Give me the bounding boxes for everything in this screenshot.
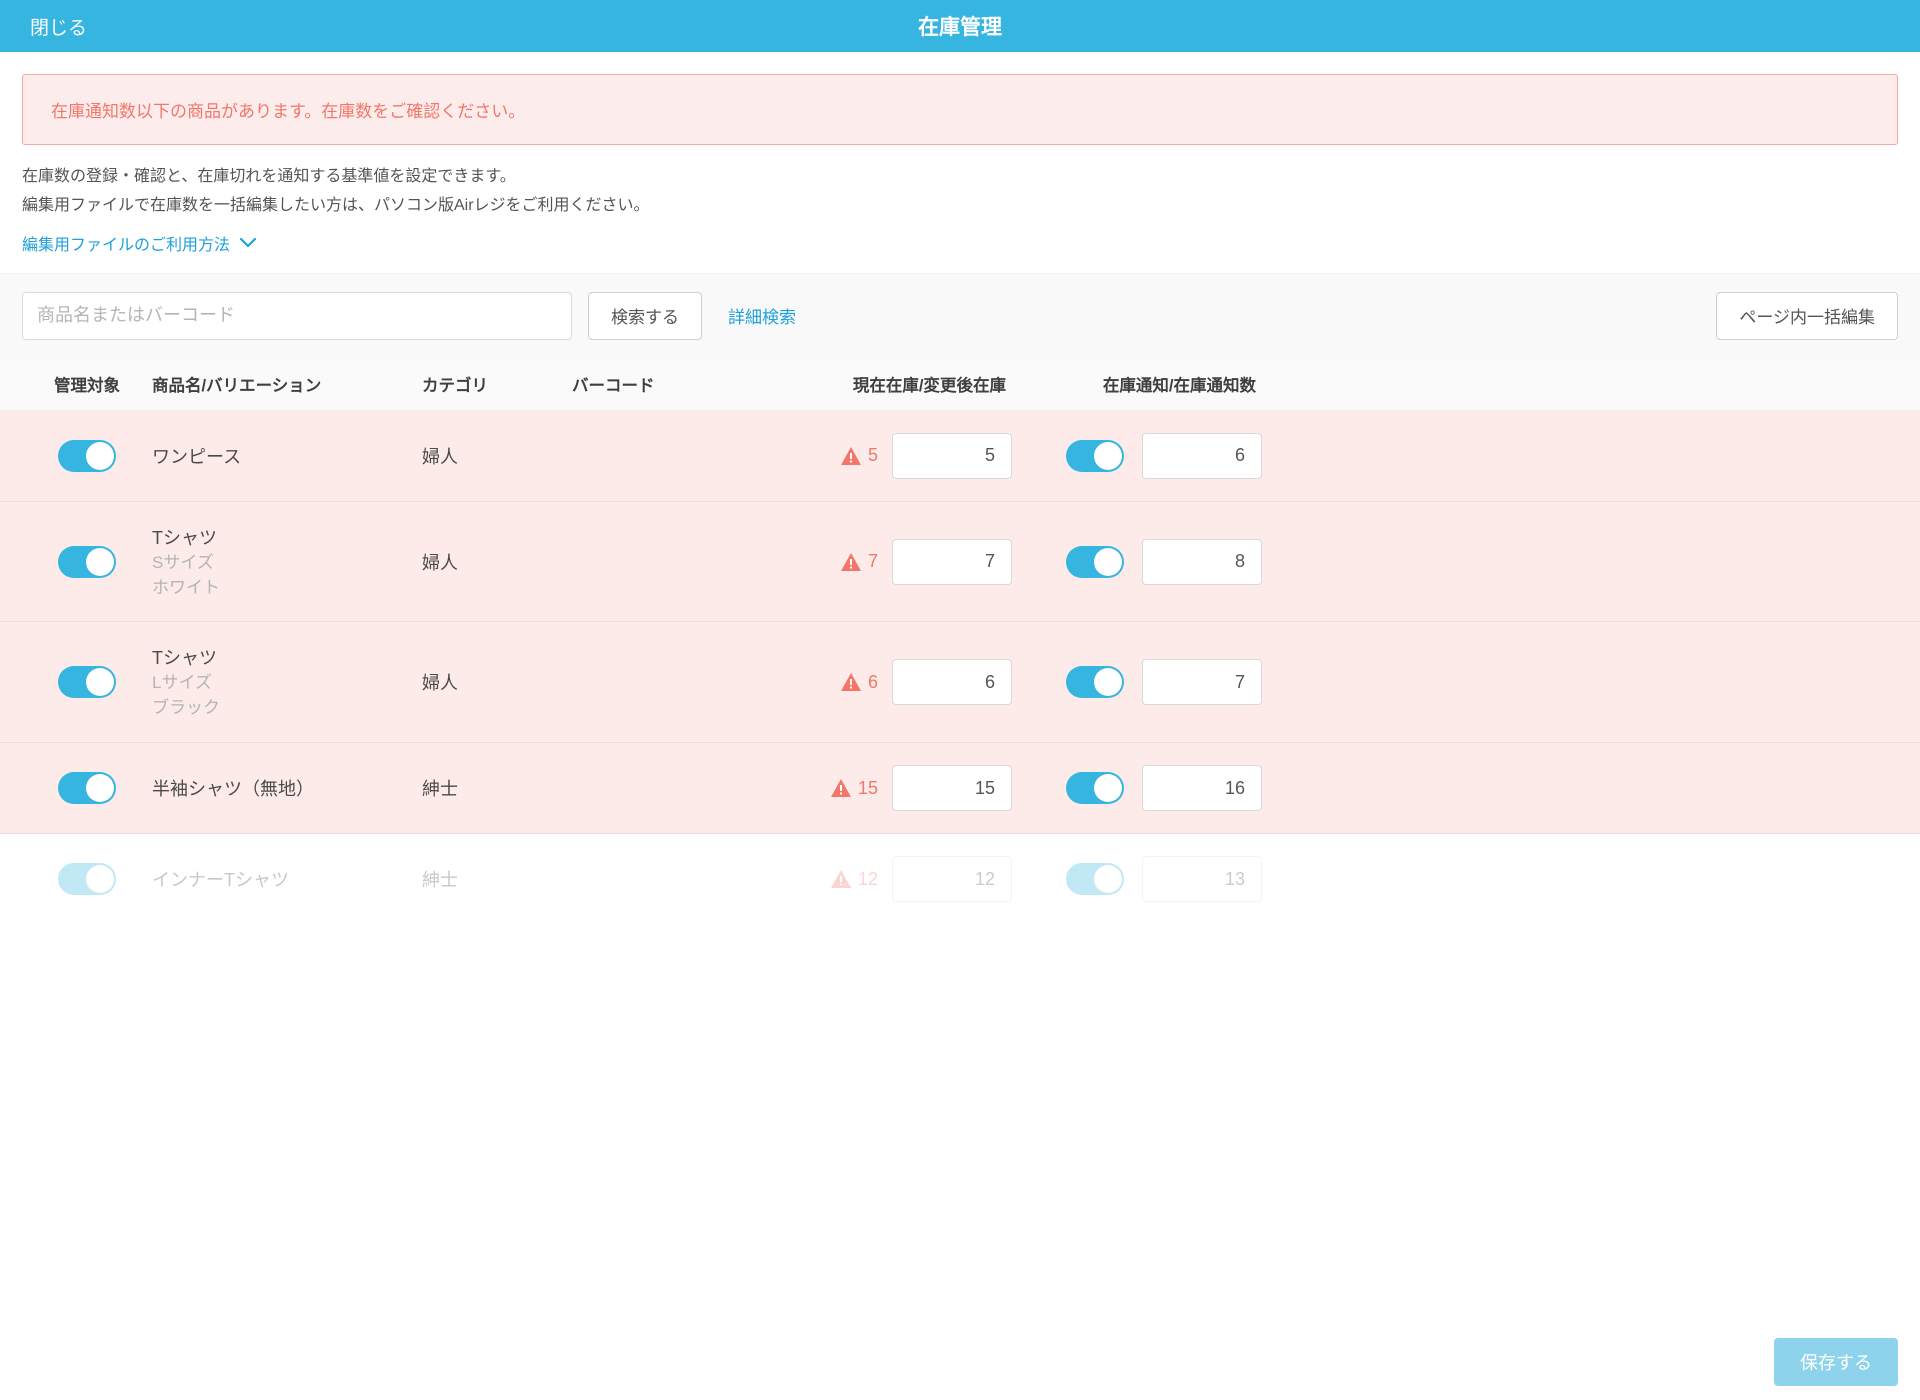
description-line-1: 在庫数の登録・確認と、在庫切れを通知する基準値を設定できます。 [22, 163, 1898, 192]
managed-toggle[interactable] [58, 772, 116, 804]
product-variation: Lサイズ [152, 672, 422, 695]
notify-toggle[interactable] [1066, 546, 1124, 578]
current-stock-value: 15 [858, 778, 878, 799]
description-line-2: 編集用ファイルで在庫数を一括編集したい方は、パソコン版Airレジをご利用ください… [22, 192, 1898, 221]
chevron-down-icon [240, 238, 256, 248]
th-managed: 管理対象 [22, 372, 152, 396]
managed-toggle[interactable] [58, 863, 116, 895]
warning-icon [830, 778, 852, 798]
product-variation: ブラック [152, 697, 422, 720]
threshold-input[interactable] [1142, 659, 1262, 705]
notify-toggle[interactable] [1066, 440, 1124, 472]
category-cell: 婦人 [422, 443, 572, 469]
notify-toggle[interactable] [1066, 863, 1124, 895]
product-variation: ホワイト [152, 577, 422, 600]
category-cell: 婦人 [422, 669, 572, 695]
th-product: 商品名/バリエーション [152, 372, 422, 396]
alert-banner: 在庫通知数以下の商品があります。在庫数をご確認ください。 [22, 74, 1898, 145]
bulk-edit-button[interactable]: ページ内一括編集 [1716, 292, 1898, 340]
current-stock-value: 12 [858, 869, 878, 890]
th-threshold: 在庫通知/在庫通知数 [1012, 372, 1262, 396]
th-stock: 現在在庫/変更後在庫 [712, 372, 1012, 396]
search-button[interactable]: 検索する [588, 292, 702, 340]
managed-toggle[interactable] [58, 440, 116, 472]
threshold-input[interactable] [1142, 539, 1262, 585]
category-cell: 紳士 [422, 775, 572, 801]
help-link-row: 編集用ファイルのご利用方法 [0, 229, 1920, 273]
category-cell: 婦人 [422, 549, 572, 575]
table-header: 管理対象 商品名/バリエーション カテゴリ バーコード 現在在庫/変更後在庫 在… [0, 358, 1920, 411]
warning-icon [830, 869, 852, 889]
notify-toggle[interactable] [1066, 772, 1124, 804]
managed-toggle[interactable] [58, 666, 116, 698]
close-button[interactable]: 閉じる [30, 13, 87, 40]
search-input[interactable] [22, 292, 572, 340]
product-name: Tシャツ [152, 524, 422, 550]
table-row: TシャツLサイズブラック婦人 6 [0, 622, 1920, 743]
help-link[interactable]: 編集用ファイルのご利用方法 [22, 231, 230, 255]
stock-input[interactable] [892, 659, 1012, 705]
stock-input[interactable] [892, 765, 1012, 811]
stock-input[interactable] [892, 539, 1012, 585]
stock-input[interactable] [892, 856, 1012, 902]
save-button[interactable]: 保存する [1774, 1338, 1898, 1386]
description-text: 在庫数の登録・確認と、在庫切れを通知する基準値を設定できます。 編集用ファイルで… [0, 163, 1920, 229]
current-stock-value: 7 [868, 551, 878, 572]
stock-input[interactable] [892, 433, 1012, 479]
warning-icon [840, 672, 862, 692]
table-row: ワンピース婦人 5 [0, 411, 1920, 502]
th-barcode: バーコード [572, 372, 712, 396]
search-bar: 検索する 詳細検索 ページ内一括編集 [0, 273, 1920, 358]
th-category: カテゴリ [422, 372, 572, 396]
advanced-search-link[interactable]: 詳細検索 [728, 303, 796, 328]
threshold-input[interactable] [1142, 433, 1262, 479]
product-name: 半袖シャツ（無地） [152, 775, 422, 801]
threshold-input[interactable] [1142, 856, 1262, 902]
product-name: Tシャツ [152, 644, 422, 670]
table-row: TシャツSサイズホワイト婦人 7 [0, 502, 1920, 623]
header: 閉じる 在庫管理 [0, 0, 1920, 52]
product-name: インナーTシャツ [152, 866, 422, 892]
warning-icon [840, 552, 862, 572]
category-cell: 紳士 [422, 866, 572, 892]
warning-icon [840, 446, 862, 466]
table-row: インナーTシャツ紳士 12 [0, 834, 1920, 924]
current-stock-value: 6 [868, 672, 878, 693]
notify-toggle[interactable] [1066, 666, 1124, 698]
page-title: 在庫管理 [918, 11, 1002, 41]
managed-toggle[interactable] [58, 546, 116, 578]
product-name: ワンピース [152, 443, 422, 469]
table-row: 半袖シャツ（無地）紳士 15 [0, 743, 1920, 834]
footer-bar: 保存する [0, 1324, 1920, 1400]
threshold-input[interactable] [1142, 765, 1262, 811]
current-stock-value: 5 [868, 445, 878, 466]
product-variation: Sサイズ [152, 552, 422, 575]
